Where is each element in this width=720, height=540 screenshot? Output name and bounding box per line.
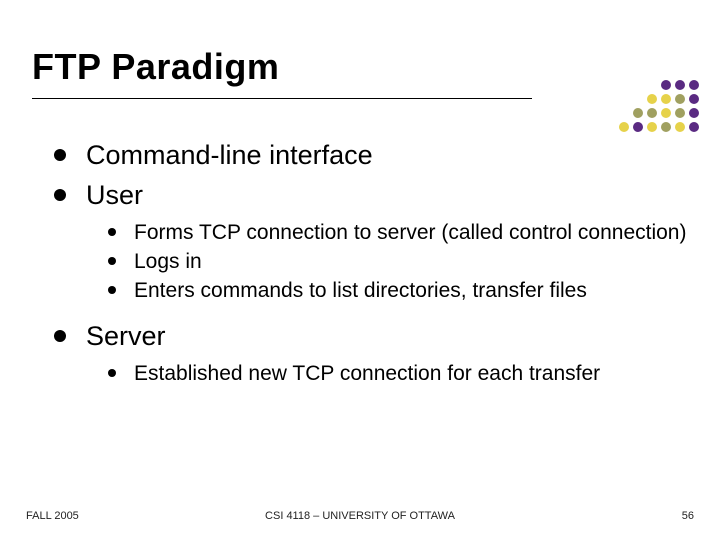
bullet-icon	[54, 330, 66, 342]
footer-left: FALL 2005	[26, 510, 79, 522]
sub-bullet-list: Forms TCP connection to server (called c…	[108, 219, 688, 305]
decor-dot	[661, 122, 671, 132]
bullet-icon	[108, 257, 116, 265]
bullet-text: Server	[86, 320, 688, 354]
decor-dot	[689, 94, 699, 104]
decor-dot	[675, 122, 685, 132]
decor-dot	[619, 122, 629, 132]
decor-dot	[661, 80, 671, 90]
list-item: Server Established new TCP connection fo…	[54, 320, 688, 397]
decor-dot	[689, 108, 699, 118]
decor-dot	[647, 94, 657, 104]
bullet-icon	[108, 286, 116, 294]
decor-dot	[675, 80, 685, 90]
bullet-list: Command-line interface User Forms TCP co…	[54, 139, 688, 397]
decor-dot	[647, 108, 657, 118]
decor-dot	[661, 108, 671, 118]
decor-dot	[675, 94, 685, 104]
decor-dot	[633, 122, 643, 132]
decor-dot	[661, 94, 671, 104]
list-item: Command-line interface	[54, 139, 688, 173]
sub-bullet-text: Enters commands to list directories, tra…	[134, 277, 587, 304]
slide-title: FTP Paradigm	[32, 46, 688, 88]
list-item: User Forms TCP connection to server (cal…	[54, 179, 688, 315]
footer-center: CSI 4118 – UNIVERSITY OF OTTAWA	[265, 510, 455, 522]
slide: FTP Paradigm Command-line interface User…	[0, 0, 720, 540]
decor-dot	[675, 108, 685, 118]
footer-page-number: 56	[682, 510, 694, 522]
slide-footer: FALL 2005 CSI 4118 – UNIVERSITY OF OTTAW…	[0, 510, 720, 522]
bullet-icon	[108, 228, 116, 236]
title-underline	[32, 98, 532, 99]
list-item: Enters commands to list directories, tra…	[108, 277, 688, 304]
decor-dot	[689, 122, 699, 132]
sub-bullet-text: Established new TCP connection for each …	[134, 360, 600, 387]
decor-dot	[633, 108, 643, 118]
bullet-icon	[108, 369, 116, 377]
corner-decoration	[605, 80, 700, 133]
bullet-text: User	[86, 179, 688, 213]
bullet-icon	[54, 189, 66, 201]
list-item: Forms TCP connection to server (called c…	[108, 219, 688, 246]
slide-content: Command-line interface User Forms TCP co…	[32, 139, 688, 397]
decor-dot	[689, 80, 699, 90]
bullet-icon	[54, 149, 66, 161]
sub-bullet-text: Forms TCP connection to server (called c…	[134, 219, 686, 246]
title-area: FTP Paradigm	[32, 46, 688, 99]
bullet-text: Command-line interface	[86, 139, 688, 173]
decor-dot	[647, 122, 657, 132]
list-item: Logs in	[108, 248, 688, 275]
sub-bullet-text: Logs in	[134, 248, 202, 275]
list-item: Established new TCP connection for each …	[108, 360, 688, 387]
sub-bullet-list: Established new TCP connection for each …	[108, 360, 688, 387]
